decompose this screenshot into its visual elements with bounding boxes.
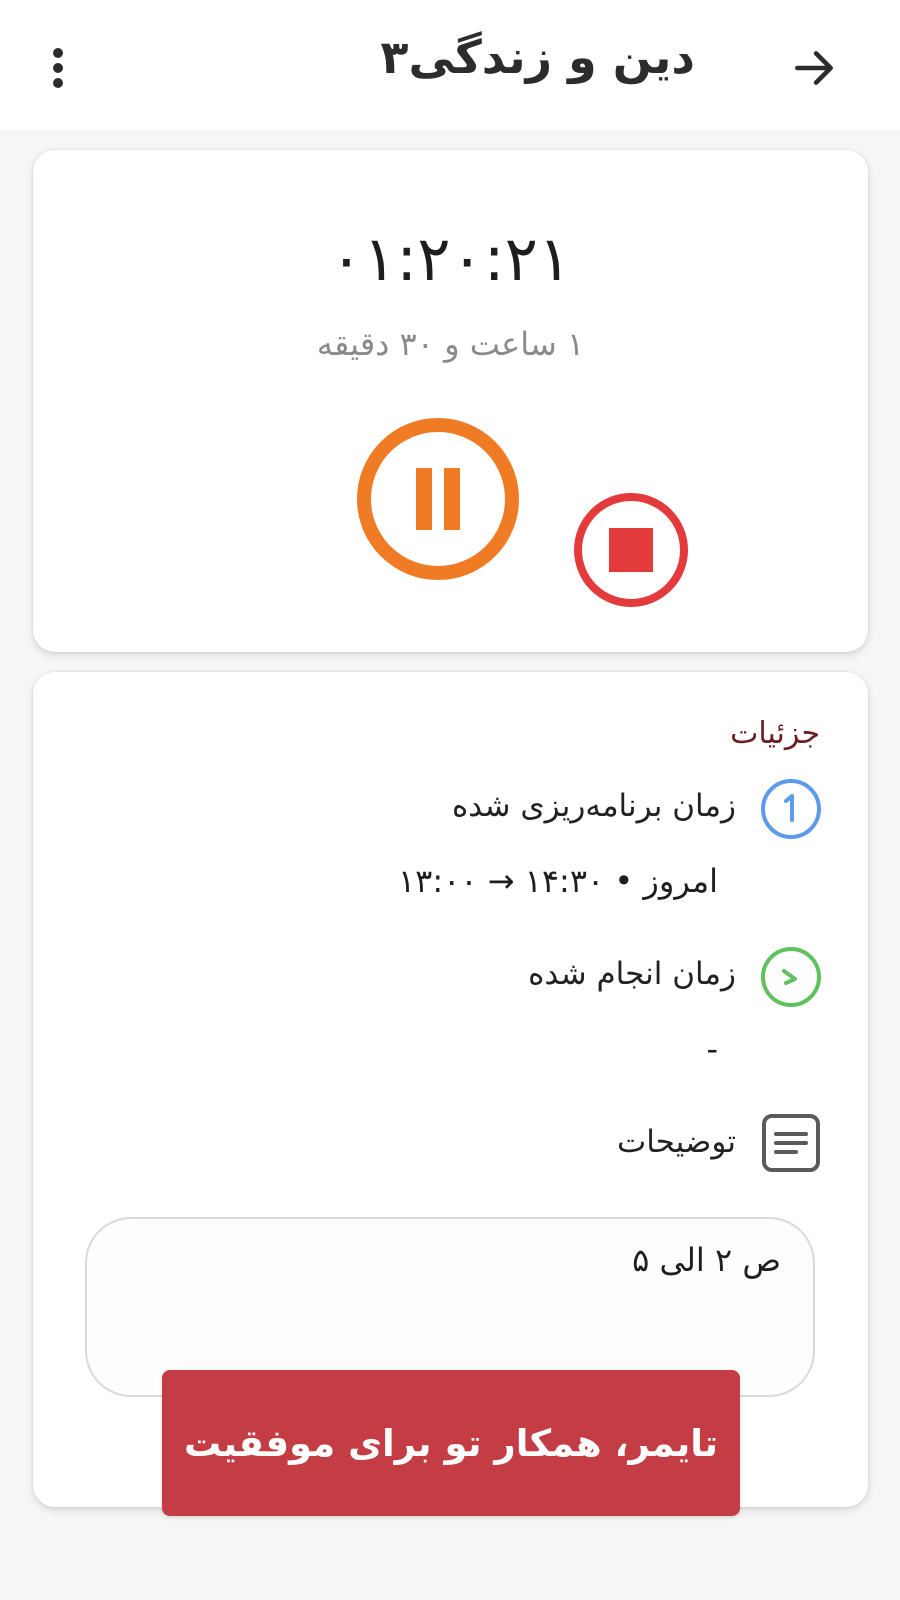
back-button[interactable] — [786, 40, 842, 96]
app-bar: دین و زندگی۳ — [0, 0, 900, 130]
details-heading: جزئیات — [730, 716, 820, 751]
clock-icon — [761, 947, 821, 1007]
clock-icon — [761, 779, 821, 839]
page-title: دین و زندگی۳ — [380, 30, 695, 84]
done-time-value: - — [706, 1030, 718, 1068]
scheduled-time-value: امروز • ۱۴:۳۰ → ۱۳:۰۰ — [397, 862, 718, 900]
notes-icon — [762, 1114, 820, 1172]
timer-card: ۰۱:۲۰:۲۱ ۱ ساعت و ۳۰ دقیقه — [33, 150, 868, 652]
more-menu-button[interactable] — [38, 40, 78, 96]
pause-icon — [357, 418, 519, 580]
stop-icon — [574, 493, 688, 607]
stop-button[interactable] — [572, 491, 690, 609]
more-vertical-icon — [53, 48, 63, 88]
timer-display: ۰۱:۲۰:۲۱ — [329, 222, 572, 295]
planned-duration: ۱ ساعت و ۳۰ دقیقه — [316, 325, 585, 363]
notes-label: توضیحات — [617, 1124, 736, 1160]
arrow-right-icon — [795, 51, 833, 85]
promo-banner: تایمر، همکار تو برای موفقیت — [162, 1370, 740, 1516]
pause-button[interactable] — [355, 416, 521, 582]
done-time-label: زمان انجام شده — [528, 956, 736, 992]
scheduled-time-label: زمان برنامه‌ریزی شده — [452, 788, 736, 824]
